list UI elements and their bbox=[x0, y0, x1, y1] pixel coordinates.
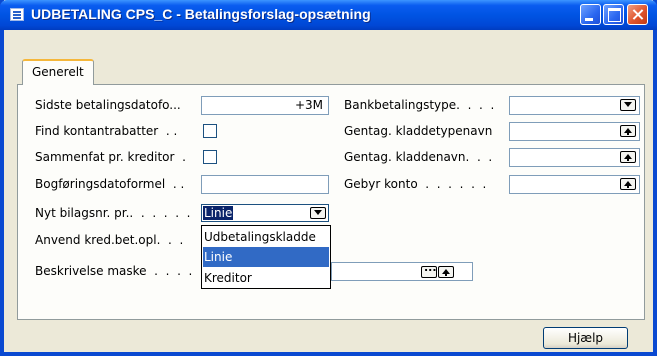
chevron-down-icon[interactable] bbox=[310, 207, 326, 219]
title-bar[interactable]: UDBETALING CPS_C - Betalingsforslag-opsæ… bbox=[0, 0, 657, 30]
label-anvend-kred: Anvend kred.bet.opl. . . bbox=[35, 233, 184, 247]
maximize-button[interactable] bbox=[603, 4, 624, 25]
lookup-arrow-icon[interactable] bbox=[620, 178, 636, 190]
label-gebyr-konto: Gebyr konto . . . . . . bbox=[344, 177, 487, 191]
dropdown-option-selected[interactable]: Linie bbox=[203, 247, 329, 267]
nyt-bilagsnr-value: Linie bbox=[203, 206, 234, 220]
sammenfat-checkbox[interactable] bbox=[203, 150, 217, 164]
dropdown-option[interactable]: Udbetalingskladde bbox=[203, 227, 329, 247]
label-nyt-bilagsnr: Nyt bilagsnr. pr.. . . . . . bbox=[35, 206, 191, 220]
dropdown-list: Udbetalingskladde Linie Kreditor bbox=[201, 225, 331, 289]
tab-label: Generelt bbox=[32, 65, 84, 79]
lookup-arrow-icon[interactable] bbox=[620, 151, 636, 163]
dropdown-option[interactable]: Kreditor bbox=[203, 268, 329, 288]
window-title: UDBETALING CPS_C - Betalingsforslag-opsæ… bbox=[31, 6, 371, 22]
find-kontantrabatter-checkbox[interactable] bbox=[203, 124, 217, 138]
label-sidste-betalingsdato: Sidste betalingsdatofo... bbox=[35, 98, 181, 112]
chevron-down-icon[interactable] bbox=[620, 99, 636, 111]
label-find-kontantrabatter: Find kontantrabatter . . bbox=[35, 124, 178, 138]
lookup-arrow-icon[interactable] bbox=[620, 125, 636, 137]
app-icon bbox=[10, 8, 24, 21]
ellipsis-icon[interactable] bbox=[421, 261, 437, 278]
label-gentag-kladdetypenavn: Gentag. kladdetypenavn bbox=[344, 124, 493, 138]
tab-panel bbox=[17, 84, 645, 320]
sidste-betalingsdato-input[interactable]: +3M bbox=[201, 96, 329, 115]
bogforingsdatoformel-input[interactable] bbox=[201, 175, 329, 194]
sidste-betalingsdato-value: +3M bbox=[294, 98, 323, 112]
label-bankbetalingstype: Bankbetalingstype. . . . bbox=[344, 98, 495, 112]
label-beskrivelse: Beskrivelse maske . . . . bbox=[35, 264, 193, 278]
minimize-button[interactable] bbox=[580, 4, 601, 25]
close-button[interactable] bbox=[627, 4, 648, 25]
lookup-arrow-icon[interactable] bbox=[438, 266, 454, 278]
label-bogforingsdatoformel: Bogføringsdatoformel . . bbox=[35, 177, 185, 191]
label-gentag-kladdenavn: Gentag. kladdenavn. . . bbox=[344, 150, 493, 164]
label-sammenfat: Sammenfat pr. kreditor . bbox=[35, 150, 186, 164]
help-button[interactable]: Hjælp bbox=[543, 327, 628, 349]
tab-generelt[interactable]: Generelt bbox=[22, 59, 94, 85]
